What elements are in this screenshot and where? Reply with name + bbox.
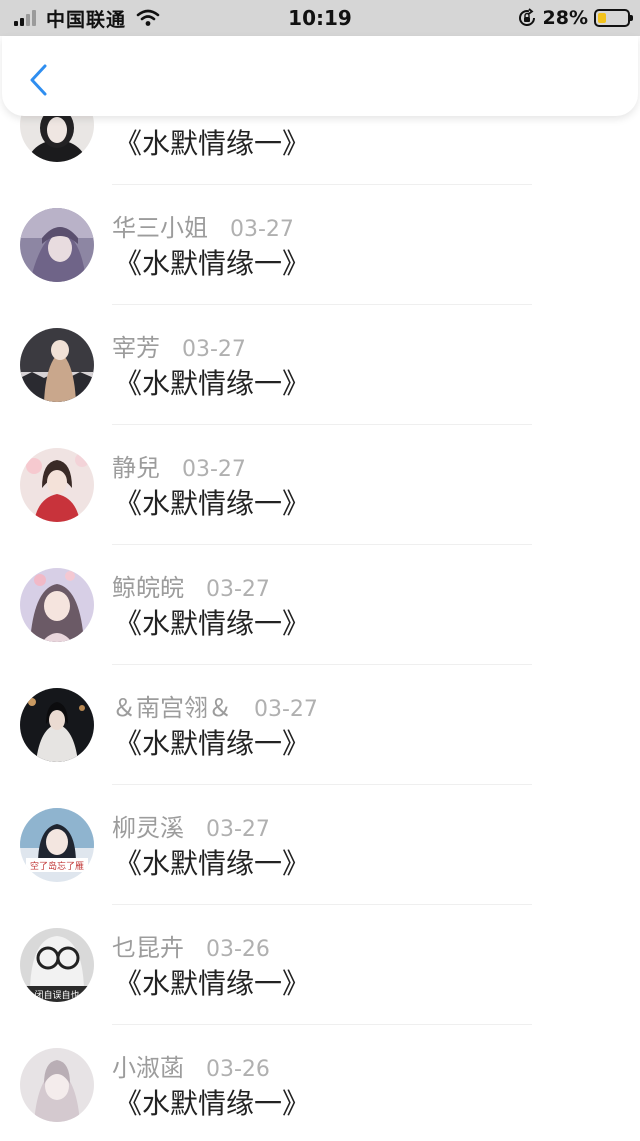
list-item[interactable]: 鲸皖皖 03-27 《水默情缘一》 bbox=[0, 568, 640, 688]
navigation-bar bbox=[2, 36, 638, 116]
reply-meta: ＆南宫翎＆ 03-27 bbox=[112, 688, 318, 723]
list-item[interactable]: 空了岛忘了雁 柳灵溪 03-27 《水默情缘一》 bbox=[0, 808, 640, 928]
avatar[interactable] bbox=[20, 1048, 94, 1122]
divider bbox=[112, 544, 532, 545]
avatar[interactable]: 闭自误自也 bbox=[20, 928, 94, 1002]
reply-message: 《水默情缘一》 bbox=[114, 847, 311, 880]
chevron-left-icon bbox=[30, 64, 47, 96]
divider bbox=[112, 1024, 532, 1025]
reply-date: 03-27 bbox=[254, 697, 318, 722]
reply-list[interactable]: 《水默情缘一》 华三小姐 03-27 《水默情缘一》 宰芳 03-27 《水默情… bbox=[0, 0, 640, 1141]
avatar[interactable] bbox=[20, 448, 94, 522]
reply-message: 《水默情缘一》 bbox=[114, 367, 311, 400]
reply-message: 《水默情缘一》 bbox=[114, 487, 311, 520]
list-item[interactable]: ＆南宫翎＆ 03-27 《水默情缘一》 bbox=[0, 688, 640, 808]
reply-date: 03-26 bbox=[206, 937, 270, 962]
reply-meta: 宰芳 03-27 bbox=[112, 328, 246, 363]
wifi-icon bbox=[136, 9, 160, 26]
avatar-caption: 闭自误自也 bbox=[34, 989, 79, 1001]
status-right: 28% bbox=[517, 0, 633, 36]
list-item[interactable]: 闭自误自也 乜昆卉 03-26 《水默情缘一》 bbox=[0, 928, 640, 1048]
reply-date: 03-27 bbox=[230, 217, 294, 242]
user-name[interactable]: 柳灵溪 bbox=[112, 808, 184, 843]
divider bbox=[112, 424, 532, 425]
status-left: 中国联通 bbox=[14, 0, 160, 36]
reply-meta: 静兒 03-27 bbox=[112, 448, 246, 483]
list-item[interactable]: 宰芳 03-27 《水默情缘一》 bbox=[0, 328, 640, 448]
rotation-lock-icon bbox=[518, 8, 535, 26]
status-bar: 10:19 中国联通 28% bbox=[0, 0, 640, 36]
screen: 《水默情缘一》 华三小姐 03-27 《水默情缘一》 宰芳 03-27 《水默情… bbox=[0, 0, 640, 1141]
carrier-name: 中国联通 bbox=[46, 8, 127, 31]
avatar[interactable] bbox=[20, 568, 94, 642]
list-item[interactable]: 华三小姐 03-27 《水默情缘一》 bbox=[0, 208, 640, 328]
divider bbox=[112, 304, 532, 305]
reply-meta: 乜昆卉 03-26 bbox=[112, 928, 270, 963]
avatar[interactable] bbox=[20, 208, 94, 282]
back-button[interactable] bbox=[20, 58, 56, 102]
reply-message: 《水默情缘一》 bbox=[114, 247, 311, 280]
avatar-caption: 空了岛忘了雁 bbox=[30, 860, 84, 872]
reply-message: 《水默情缘一》 bbox=[114, 967, 311, 1000]
reply-date: 03-27 bbox=[206, 577, 270, 602]
divider bbox=[112, 904, 532, 905]
divider bbox=[112, 184, 532, 185]
reply-date: 03-27 bbox=[206, 817, 270, 842]
avatar[interactable]: 空了岛忘了雁 bbox=[20, 808, 94, 882]
battery-icon bbox=[594, 9, 633, 27]
list-item[interactable]: 小淑菡 03-26 《水默情缘一》 bbox=[0, 1048, 640, 1141]
user-name[interactable]: 华三小姐 bbox=[112, 208, 208, 243]
user-name[interactable]: 小淑菡 bbox=[112, 1048, 184, 1083]
reply-message: 《水默情缘一》 bbox=[114, 607, 311, 640]
reply-meta: 小淑菡 03-26 bbox=[112, 1048, 270, 1083]
reply-date: 03-26 bbox=[206, 1057, 270, 1082]
battery-fill bbox=[598, 13, 606, 23]
divider bbox=[112, 784, 532, 785]
reply-message: 《水默情缘一》 bbox=[114, 127, 311, 160]
reply-date: 03-27 bbox=[182, 457, 246, 482]
user-name[interactable]: 宰芳 bbox=[112, 328, 160, 363]
user-name[interactable]: 鲸皖皖 bbox=[112, 568, 184, 603]
battery-percent: 28% bbox=[542, 7, 588, 29]
avatar[interactable] bbox=[20, 328, 94, 402]
user-name[interactable]: 乜昆卉 bbox=[112, 928, 184, 963]
signal-icon bbox=[14, 10, 38, 26]
user-name[interactable]: ＆南宫翎＆ bbox=[112, 688, 232, 723]
reply-meta: 鲸皖皖 03-27 bbox=[112, 568, 270, 603]
reply-date: 03-27 bbox=[182, 337, 246, 362]
reply-meta: 柳灵溪 03-27 bbox=[112, 808, 270, 843]
avatar[interactable] bbox=[20, 688, 94, 762]
reply-message: 《水默情缘一》 bbox=[114, 1087, 311, 1120]
reply-meta: 华三小姐 03-27 bbox=[112, 208, 294, 243]
divider bbox=[112, 664, 532, 665]
reply-message: 《水默情缘一》 bbox=[114, 727, 311, 760]
user-name[interactable]: 静兒 bbox=[112, 448, 160, 483]
list-item[interactable]: 静兒 03-27 《水默情缘一》 bbox=[0, 448, 640, 568]
